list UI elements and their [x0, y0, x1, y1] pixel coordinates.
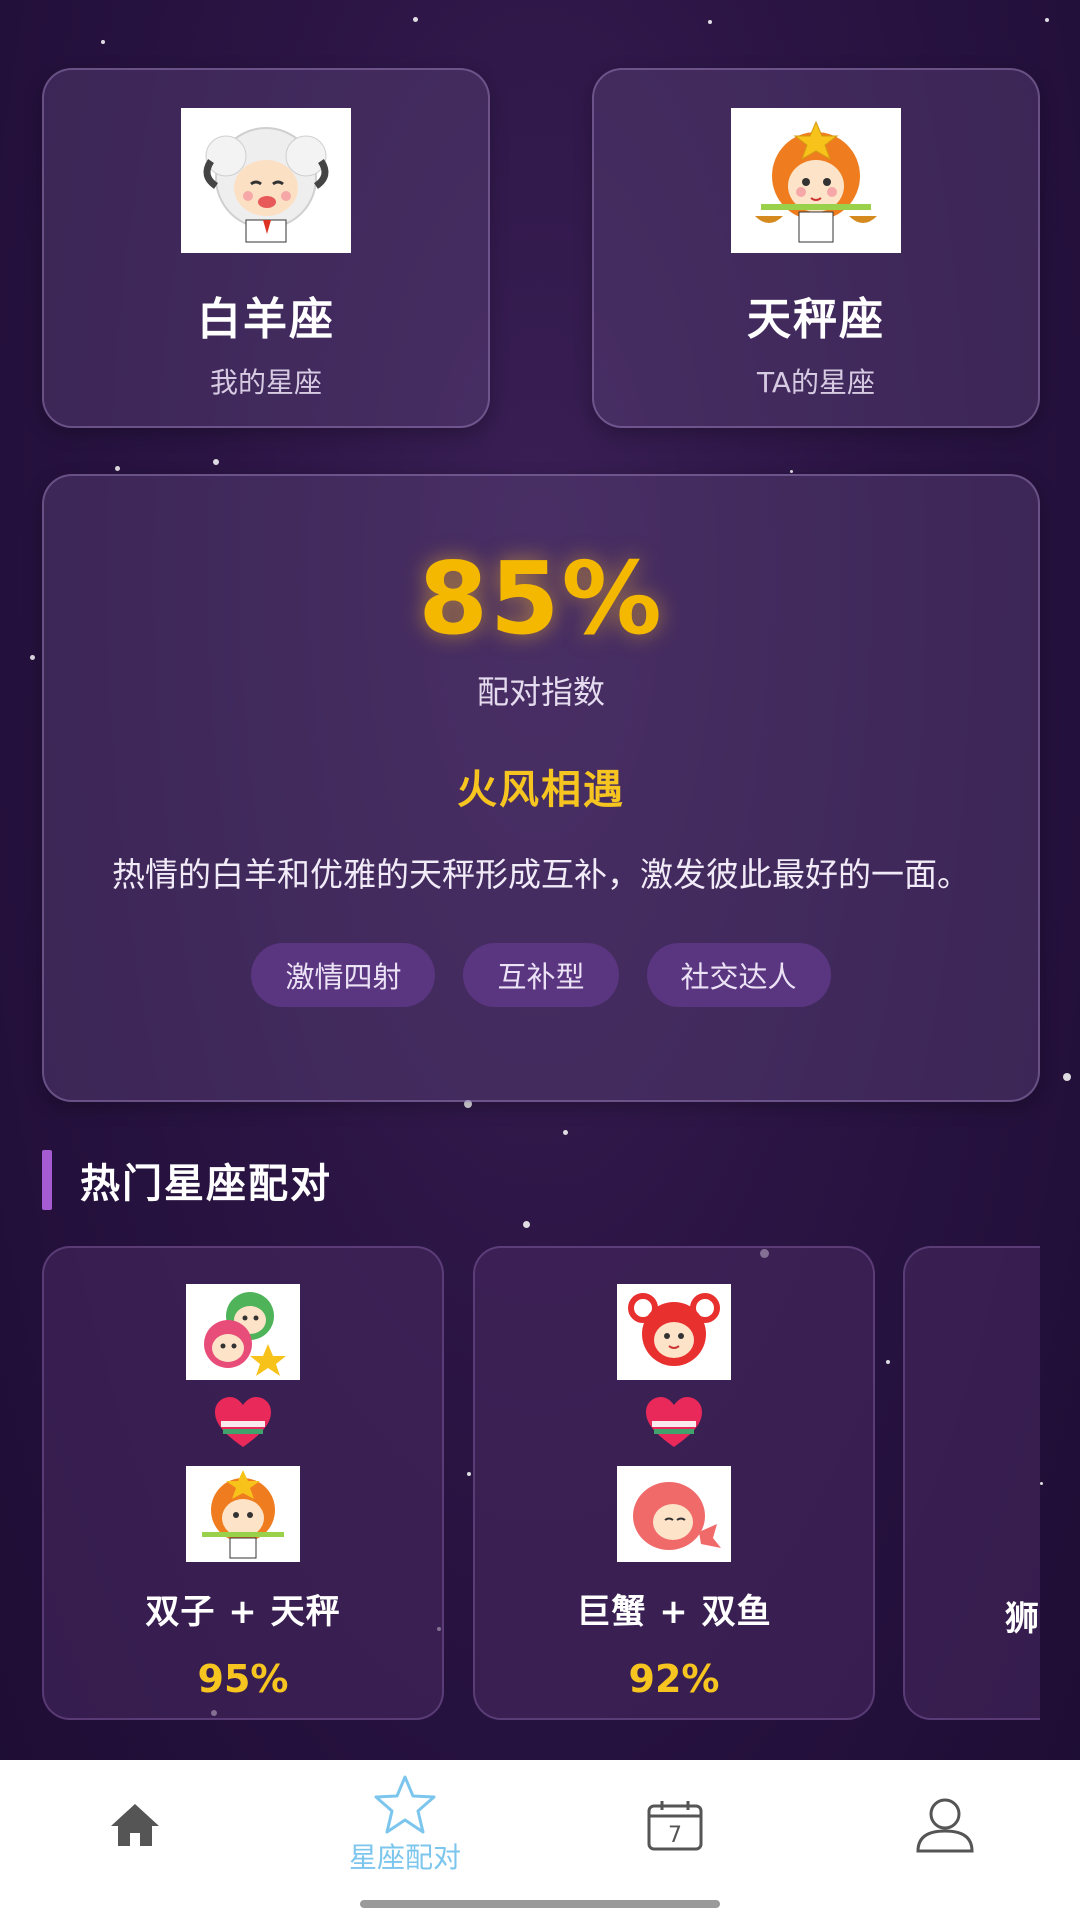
match-title: 火风相遇 [457, 767, 625, 813]
gemini-avatar [186, 1284, 300, 1380]
trait-tags: 激情四射 互补型 社交达人 [44, 943, 1038, 1007]
tab-match[interactable]: 星座配对 [270, 1760, 540, 1890]
calendar-icon: 7 [647, 1801, 703, 1851]
tab-home[interactable] [0, 1760, 270, 1890]
section-accent-bar [42, 1150, 52, 1210]
trait-tag: 激情四射 [251, 943, 436, 1007]
ta-sign-subtitle: TA的星座 [756, 366, 876, 399]
pair-score: 92% [628, 1657, 720, 1701]
pair-name: 狮 [1005, 1599, 1040, 1639]
match-result-card: 85% 配对指数 火风相遇 热情的白羊和优雅的天秤形成互补，激发彼此最好的一面。… [42, 474, 1040, 1102]
popular-pairs-list[interactable]: 双子 + 天秤 95% 巨蟹 + 双鱼 92% 狮 [42, 1246, 1040, 1720]
libra-avatar [731, 108, 901, 253]
popular-section-header: 热门星座配对 [42, 1150, 332, 1210]
aries-sheep-avatar [181, 108, 351, 253]
pair-card-cancer-pisces[interactable]: 巨蟹 + 双鱼 92% [473, 1246, 875, 1720]
libra-avatar [186, 1466, 300, 1562]
pisces-avatar [617, 1466, 731, 1562]
star-icon [374, 1775, 436, 1834]
person-icon [916, 1798, 974, 1853]
my-sign-subtitle: 我的星座 [209, 366, 322, 399]
tab-calendar[interactable]: 7 [540, 1760, 810, 1890]
pair-name: 双子 + 天秤 [145, 1592, 341, 1632]
popular-section-title: 热门星座配对 [80, 1161, 332, 1207]
ta-sign-card[interactable]: 天秤座 TA的星座 [592, 68, 1040, 428]
bottom-tab-bar: 星座配对 7 [0, 1760, 1080, 1920]
tab-profile[interactable] [810, 1760, 1080, 1890]
pair-score: 95% [197, 1657, 289, 1701]
home-indicator[interactable] [360, 1900, 720, 1908]
calendar-day: 7 [668, 1823, 682, 1848]
pair-name: 巨蟹 + 双鱼 [576, 1592, 772, 1632]
pair-card-gemini-libra[interactable]: 双子 + 天秤 95% [42, 1246, 444, 1720]
heart-icon [44, 1380, 442, 1466]
tab-match-label: 星座配对 [348, 1841, 461, 1874]
match-percent-label: 配对指数 [476, 673, 605, 711]
match-description: 热情的白羊和优雅的天秤形成互补，激发彼此最好的一面。 [112, 855, 970, 894]
my-sign-name: 白羊座 [197, 294, 335, 345]
trait-tag: 互补型 [463, 943, 619, 1007]
match-percent: 85% [418, 540, 664, 657]
trait-tag: 社交达人 [646, 943, 831, 1007]
my-sign-card[interactable]: 白羊座 我的星座 [42, 68, 490, 428]
home-icon [111, 1804, 159, 1846]
ta-sign-name: 天秤座 [747, 294, 885, 345]
heart-icon [475, 1380, 873, 1466]
cancer-avatar [617, 1284, 731, 1380]
pair-card-leo-partial[interactable]: 狮 [903, 1246, 1040, 1720]
